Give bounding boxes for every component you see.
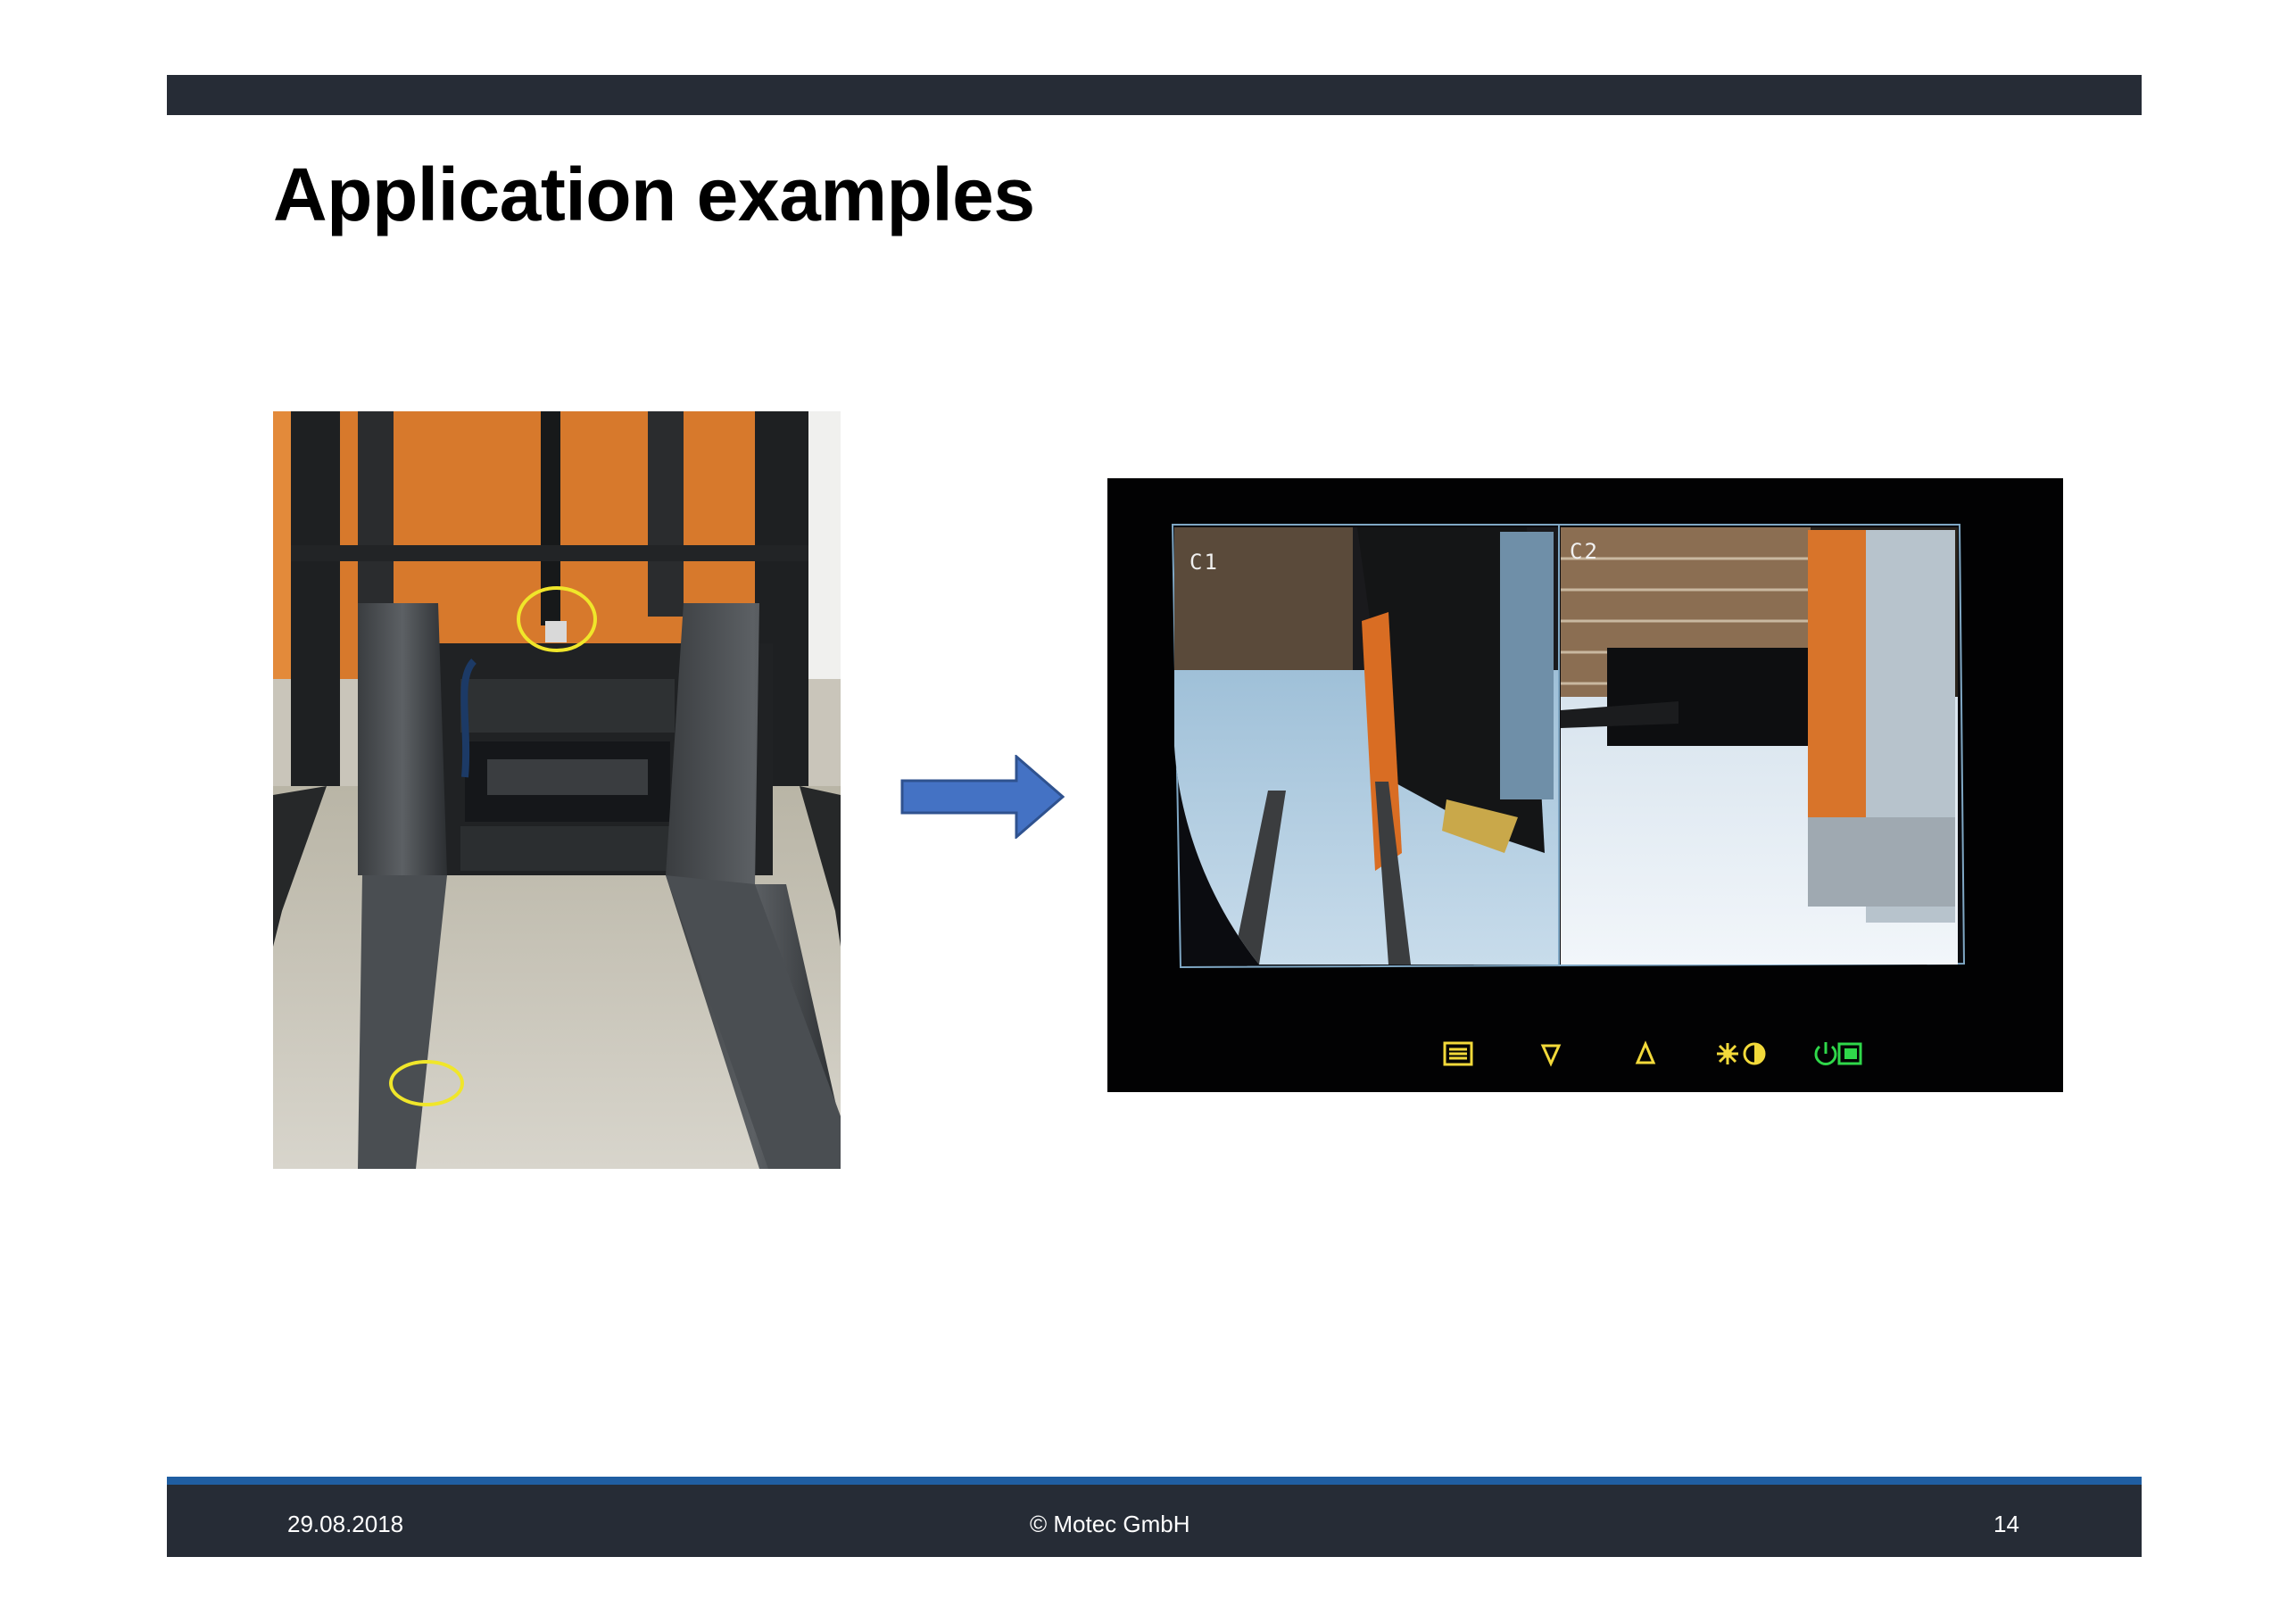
page-number: 14 — [1993, 1511, 2019, 1537]
arrow-right-icon — [900, 755, 1065, 839]
camera-monitor-photo: C1 C2 — [1107, 478, 2063, 1092]
power-camera-icon[interactable] — [1811, 1039, 1866, 1069]
brightness-contrast-icon[interactable] — [1714, 1039, 1768, 1069]
header-bar — [167, 75, 2142, 115]
menu-icon[interactable] — [1442, 1039, 1474, 1069]
forklift-photo — [273, 411, 841, 1169]
down-triangle-icon[interactable] — [1539, 1039, 1562, 1069]
camera-2-label: C2 — [1570, 539, 1599, 564]
footer-copyright: © Motec GmbH — [1030, 1511, 1190, 1537]
up-triangle-icon[interactable] — [1634, 1039, 1657, 1069]
camera-1-label: C1 — [1189, 550, 1219, 575]
footer-date: 29.08.2018 — [287, 1511, 404, 1537]
slide-title: Application examples — [273, 153, 1035, 236]
footer-stripe — [167, 1477, 2142, 1485]
